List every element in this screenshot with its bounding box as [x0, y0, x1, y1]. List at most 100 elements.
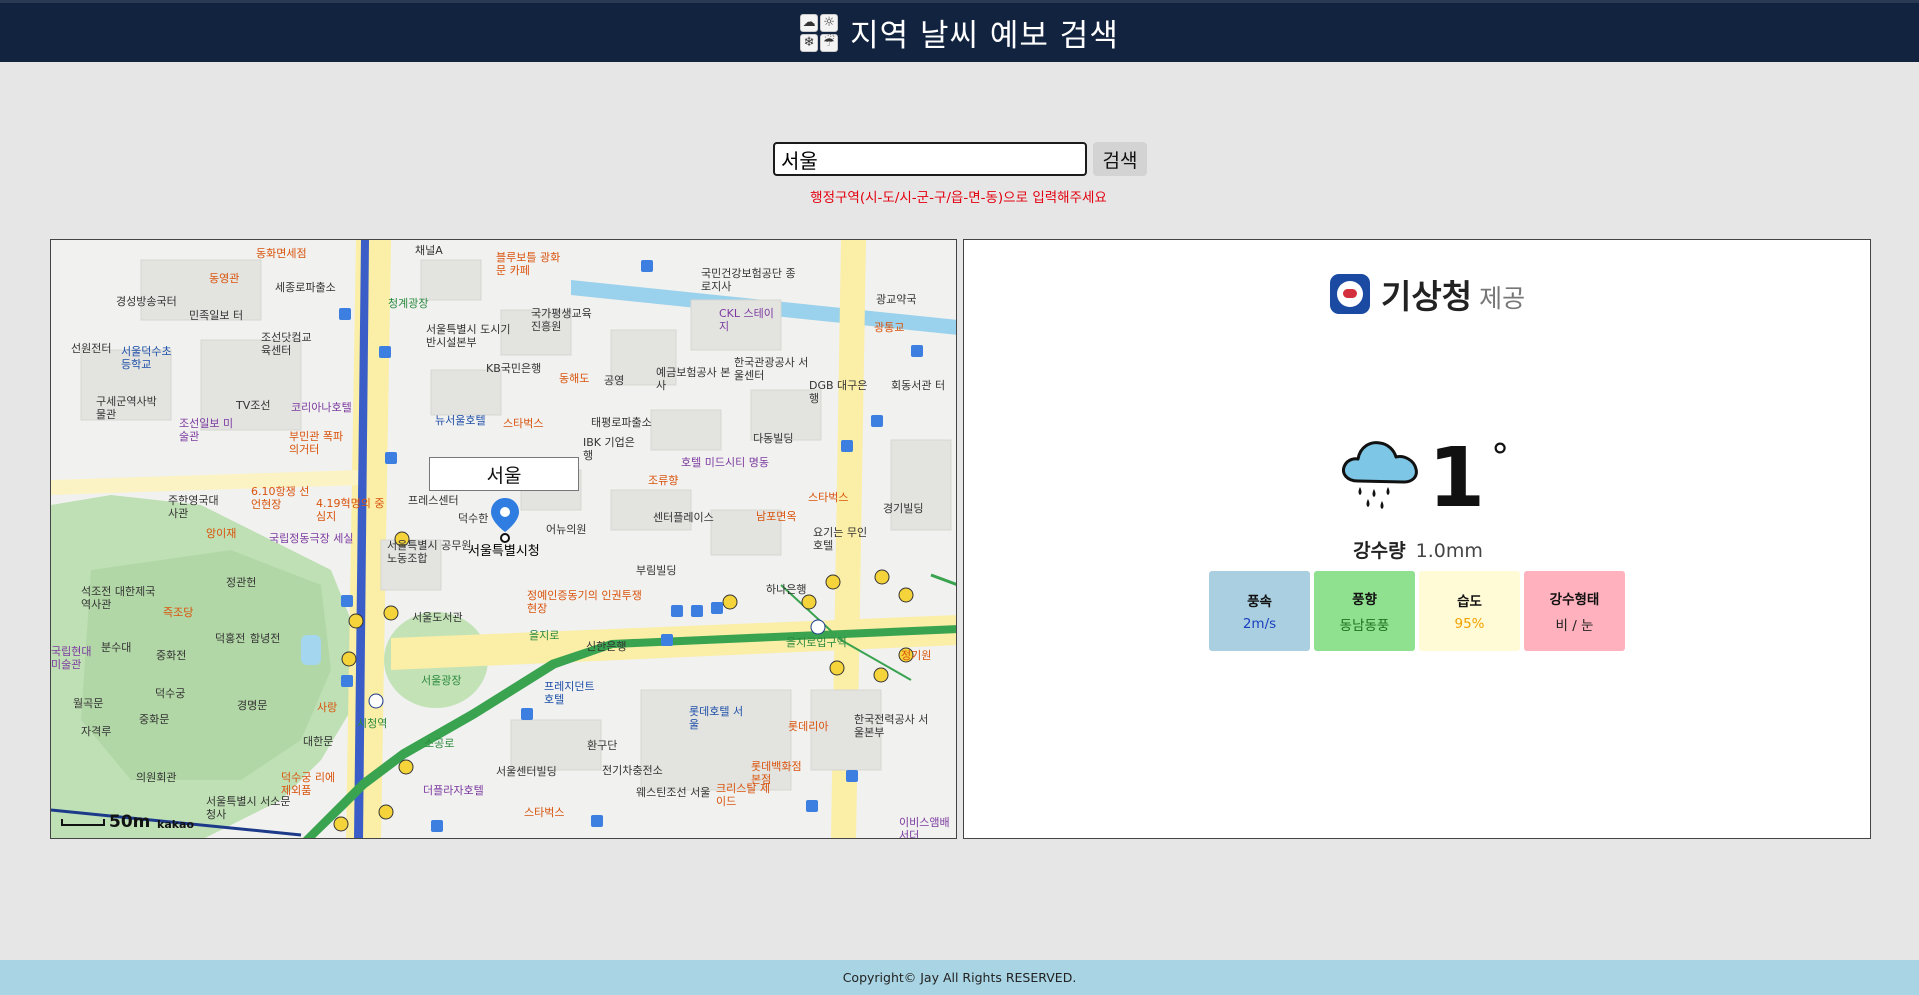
- map-search-result-label: 서울: [429, 457, 579, 491]
- map-label: 서울센터빌딩: [496, 765, 557, 778]
- humidity-card: 습도 95%: [1419, 571, 1520, 651]
- provider-name: 기상청: [1381, 277, 1473, 316]
- map-label: 을지로입구역: [786, 636, 847, 649]
- map-label: 공영: [604, 374, 625, 387]
- kma-brand: 기상청 제공: [1330, 270, 1525, 318]
- map-label: 의원회관: [136, 771, 177, 784]
- map-label: IBK 기업은행: [583, 436, 635, 462]
- temperature-value: 1: [1428, 431, 1486, 526]
- map-label: KB국민은행: [486, 362, 542, 375]
- map-label: 6.10항쟁 선언현장: [251, 485, 310, 511]
- map-label: 4.19혁명의 중심지: [316, 497, 385, 523]
- map-label: 대한문: [303, 735, 334, 748]
- map-label: 스타벅스: [503, 417, 544, 430]
- map-label: 코리아나호텔: [291, 401, 352, 414]
- map-label: 정관헌: [226, 576, 257, 589]
- map-panel[interactable]: 동화면세점 세종로파출소 채널A 블루보틀 광화문 카페 국민건강보험공단 종로…: [50, 239, 957, 839]
- page-title: 지역 날씨 예보 검색: [850, 18, 1119, 54]
- provider-suffix: 제공: [1479, 283, 1526, 313]
- map-label: 시청역: [357, 717, 388, 730]
- city-hall-label: 서울특별시청: [468, 544, 540, 559]
- search-button[interactable]: 검색: [1093, 142, 1147, 176]
- map-label: 정기원: [901, 649, 932, 662]
- copyright-text: Copyright© Jay All Rights RESERVED.: [842, 970, 1077, 985]
- map-label: 조선닷컴교육센터: [261, 331, 312, 357]
- temperature-display: 1 °: [1338, 435, 1509, 523]
- map-label: 뉴서울호텔: [435, 414, 486, 427]
- scale-bar: [61, 818, 105, 826]
- snow-icon: ❄: [800, 33, 819, 52]
- map-label: 자격루: [81, 725, 112, 738]
- map-label: 국가평생교육진흥원: [531, 307, 592, 333]
- map-label: 국민건강보험공단 종로지사: [701, 267, 796, 293]
- map-label: 동해도: [559, 372, 590, 385]
- map-label: 회동서관 터: [891, 379, 946, 392]
- map-label: 국립정동극장 세실: [269, 532, 354, 545]
- map-label: 센터플레이스: [653, 511, 714, 524]
- map-label: 을지로: [529, 629, 560, 642]
- map-label: 부민관 폭파의거터: [289, 430, 344, 456]
- page-header: ☁ ☼ ❄ ☔ 지역 날씨 예보 검색: [0, 0, 1919, 62]
- map-label: 호텔 미드시티 명동: [681, 456, 769, 469]
- cloud-icon: ☁: [800, 13, 819, 32]
- map-label: 환구단: [587, 739, 618, 752]
- region-search-input[interactable]: [773, 142, 1087, 176]
- map-label: 광교약국: [876, 293, 917, 306]
- kakao-logo: kakao: [157, 818, 195, 831]
- map-label: 월곡문: [73, 697, 104, 710]
- map-label: 태평로파출소: [591, 416, 652, 429]
- map-label: 신한은행: [586, 640, 627, 653]
- map-label: 덕홍전: [215, 632, 246, 645]
- search-bar: 검색: [773, 142, 1147, 176]
- map-label: 부림빌딩: [636, 564, 677, 577]
- map-label: 서울도서관: [412, 611, 463, 624]
- map-label: 서울특별시 도시기반시설본부: [426, 323, 511, 349]
- map-label: 서울덕수초등학교: [121, 345, 172, 371]
- map-label: 덕수궁 리에제외품: [281, 771, 336, 797]
- map-label: 광통교: [874, 321, 905, 334]
- map-label: 요기는 무인호텔: [813, 526, 868, 552]
- map-marker-icon[interactable]: [491, 498, 519, 544]
- rain-icon: ☔: [820, 33, 839, 52]
- map-label: 예금보험공사 본사: [656, 366, 731, 392]
- map-label: 스타벅스: [808, 491, 849, 504]
- map-label: 서울특별시 공무원노동조합: [387, 539, 472, 565]
- map-label: DGB 대구은행: [809, 379, 868, 405]
- map-label: 조선일보 미술관: [179, 417, 234, 443]
- map-label: 한국관광공사 서울센터: [734, 356, 809, 382]
- map-label: 국립현대 미술관: [51, 645, 92, 671]
- map-label: 프레지던트 호텔: [544, 680, 595, 706]
- map-label: 크리스탈 제이드: [716, 782, 771, 808]
- map-label: 어뉴의원: [546, 523, 587, 536]
- map-label: 스타벅스: [524, 806, 565, 819]
- map-label: 경성방송국터: [116, 295, 177, 308]
- map-label: 채널A: [415, 244, 443, 257]
- degree-symbol: °: [1491, 437, 1510, 478]
- map-label: 동영관: [209, 272, 240, 285]
- map-label: 즉조당: [163, 606, 194, 619]
- map-label: 중화문: [139, 713, 170, 726]
- map-label: 함녕전: [250, 632, 281, 645]
- map-label: 동화면세점: [256, 247, 307, 260]
- map-label: 전기차충전소: [602, 764, 663, 777]
- map-label: 한국전력공사 서울본부: [854, 713, 929, 739]
- map-label: 롯데리아: [788, 720, 829, 733]
- sun-icon: ☼: [820, 13, 839, 32]
- map-label: 프레스센터: [408, 494, 459, 507]
- map-label: 구세군역사박물관: [96, 395, 157, 421]
- map-label: 사랑: [317, 701, 338, 714]
- map-label: 석조전 대한제국역사관: [81, 585, 156, 611]
- page-footer: Copyright© Jay All Rights RESERVED.: [0, 960, 1919, 995]
- precipitation-type-card: 강수형태 비 / 눈: [1524, 571, 1625, 651]
- map-label: 주한영국대사관: [168, 494, 219, 520]
- map-label: 더플라자호텔: [423, 784, 484, 797]
- weather-panel: 기상청 제공 1 ° 강수량 1.0mm 풍속 2m/s 풍향 동남동풍 습도 …: [963, 239, 1871, 839]
- map-label: 이비스앰배서더: [899, 816, 950, 839]
- map-label: 다동빌딩: [753, 432, 794, 445]
- weather-logo-icon: ☁ ☼ ❄ ☔: [800, 13, 839, 52]
- map-label: 중화전: [156, 649, 187, 662]
- map-label: 남포면옥: [756, 510, 797, 523]
- map-label: 선원전터: [71, 342, 112, 355]
- map-label: 서울특별시 서소문청사: [206, 795, 291, 821]
- wind-direction-card: 풍향 동남동풍: [1314, 571, 1415, 651]
